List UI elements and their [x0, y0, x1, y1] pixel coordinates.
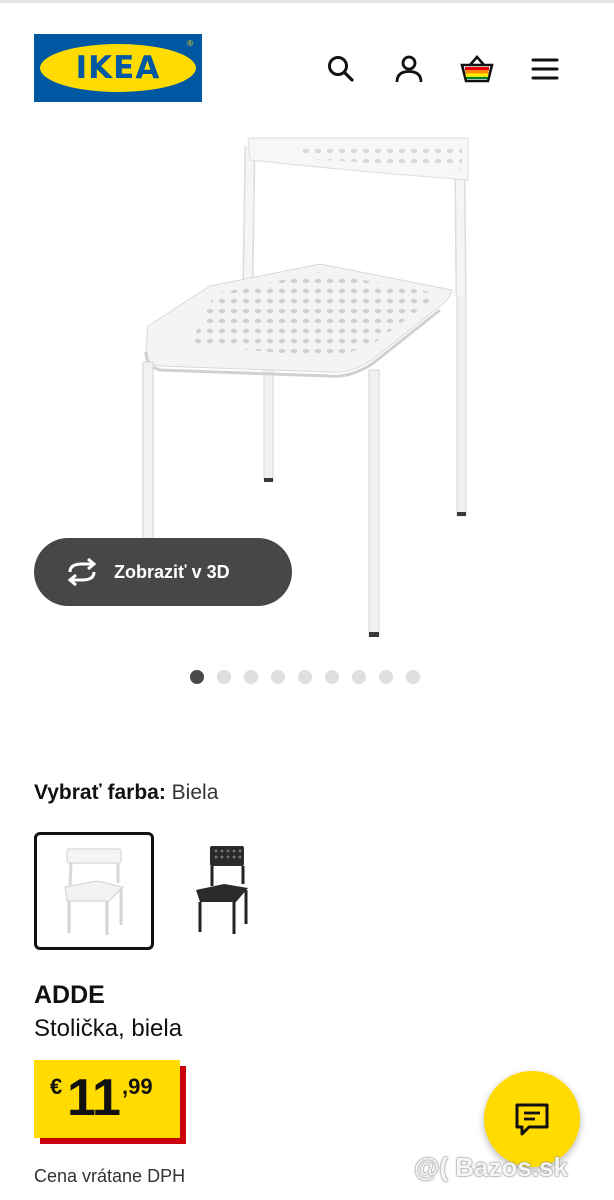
menu-button[interactable]: [525, 49, 565, 89]
price-currency: €: [50, 1074, 63, 1099]
gallery-dot[interactable]: [298, 670, 312, 684]
price-box: € 11 ,99: [34, 1060, 180, 1138]
view-3d-button[interactable]: Zobraziť v 3D: [34, 538, 292, 606]
ikea-logo[interactable]: IKEA ®: [34, 34, 202, 102]
gallery-dot[interactable]: [190, 670, 204, 684]
gallery-dot[interactable]: [352, 670, 366, 684]
rotate-3d-icon: [67, 558, 97, 586]
black-chair-thumbnail: [196, 846, 248, 934]
product-description: Stolička, biela: [34, 1015, 183, 1042]
view-3d-label: Zobraziť v 3D: [114, 561, 230, 582]
watermark: @( Bazos.sk: [414, 1152, 568, 1182]
color-swatch-white[interactable]: [34, 832, 154, 950]
vat-note: Cena vrátane DPH: [34, 1166, 186, 1186]
price-tag: € 11 ,99: [34, 1060, 186, 1144]
gallery-dot[interactable]: [244, 670, 258, 684]
header: IKEA ®: [0, 0, 614, 120]
basket-icon: [460, 55, 494, 83]
color-selector-label: Vybrať farba: Biela: [34, 779, 218, 807]
gallery-dot[interactable]: [325, 670, 339, 684]
logo-registered-mark: ®: [187, 39, 193, 48]
price-integer: 11: [67, 1069, 121, 1127]
user-icon: [395, 55, 423, 83]
gallery-dot[interactable]: [406, 670, 420, 684]
price-decimal: ,99: [122, 1074, 153, 1099]
search-button[interactable]: [321, 49, 361, 89]
logo-text: IKEA: [75, 50, 161, 86]
account-button[interactable]: [389, 49, 429, 89]
color-swatch-black[interactable]: [170, 832, 290, 950]
color-value: Biela: [171, 781, 219, 804]
white-chair-thumbnail: [64, 848, 124, 935]
basket-button[interactable]: [457, 49, 497, 89]
product-name: ADDE: [34, 981, 105, 1009]
gallery-pagination: [190, 670, 420, 684]
search-icon: [328, 56, 354, 82]
color-label: Vybrať farba:: [34, 781, 166, 804]
gallery-dot[interactable]: [271, 670, 285, 684]
gallery-dot[interactable]: [379, 670, 393, 684]
chat-icon: [515, 1103, 549, 1136]
menu-icon: [531, 58, 559, 80]
gallery-dot[interactable]: [217, 670, 231, 684]
